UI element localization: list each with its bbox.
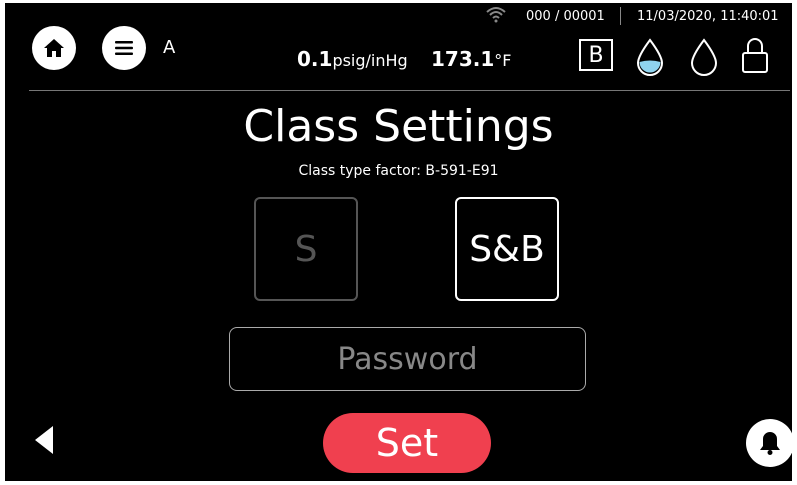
temperature-unit: °F xyxy=(494,51,512,70)
lock-icon xyxy=(742,38,768,73)
user-label: A xyxy=(163,37,176,58)
datetime: 11/03/2020, 11:40:01 xyxy=(637,9,779,24)
class-option-s[interactable]: S xyxy=(254,197,358,301)
class-badge: B xyxy=(579,39,613,71)
pressure-unit: psig/inHg xyxy=(332,51,408,70)
password-input[interactable] xyxy=(229,327,586,391)
bell-icon xyxy=(760,432,780,455)
status-divider xyxy=(620,7,621,25)
header-divider xyxy=(29,90,790,91)
device-screen: A 000 / 00001 11/03/2020, 11:40:01 0.1ps… xyxy=(5,3,792,481)
menu-icon xyxy=(115,41,133,55)
water-drop-full-icon xyxy=(636,38,664,76)
class-type-factor: Class type factor: B-591-E91 xyxy=(298,163,499,179)
back-arrow-icon[interactable] xyxy=(33,424,55,456)
temperature-value: 173.1 xyxy=(431,47,495,71)
pressure-value: 0.1 xyxy=(297,47,333,71)
alarm-button[interactable] xyxy=(746,419,792,467)
page-title: Class Settings xyxy=(243,101,554,152)
home-icon xyxy=(44,39,64,57)
water-drop-empty-icon xyxy=(690,38,718,76)
temperature-readout: 173.1°F xyxy=(431,47,511,71)
pressure-readout: 0.1psig/inHg xyxy=(297,47,408,71)
class-option-s-and-b[interactable]: S&B xyxy=(455,197,559,301)
cycle-counter: 000 / 00001 xyxy=(526,9,605,24)
wifi-icon xyxy=(486,7,506,23)
menu-button[interactable] xyxy=(102,26,146,70)
set-button[interactable]: Set xyxy=(323,413,491,473)
home-button[interactable] xyxy=(32,26,76,70)
